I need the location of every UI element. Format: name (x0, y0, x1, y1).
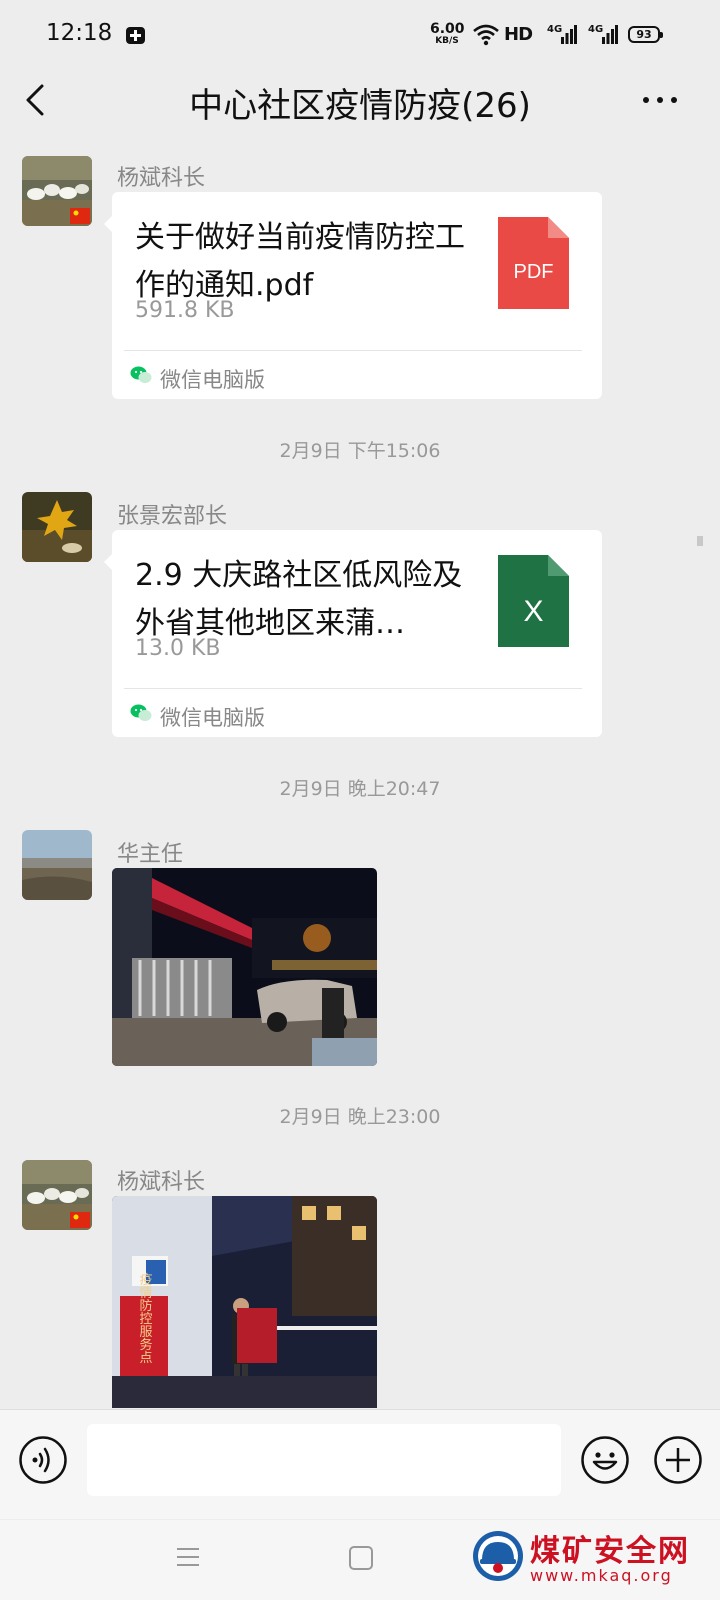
menu-icon[interactable] (175, 1545, 201, 1569)
signal-bars-icon (561, 25, 577, 44)
helmet-logo-icon (473, 1531, 523, 1581)
file-source-label: 微信电脑版 (160, 368, 265, 392)
network-speed-value: 6.00 (430, 21, 465, 37)
watermark-url: www.mkaq.org (530, 1566, 673, 1585)
input-bar (0, 1409, 720, 1519)
cell-signal-2-label: 4G (588, 24, 604, 35)
battery-indicator: 93 (628, 26, 663, 43)
chat-header: 中心社区疫情防疫(26) (0, 70, 720, 130)
plus-icon[interactable] (653, 1435, 703, 1485)
file-type-label: X (523, 595, 543, 628)
cell-signal-1-label: 4G (547, 24, 563, 35)
watermark-title: 煤矿安全网 (530, 1534, 690, 1569)
pdf-file-icon: PDF (498, 217, 569, 309)
file-name: 关于做好当前疫情防控工作的通知.pdf (135, 220, 465, 303)
wechat-icon (130, 704, 152, 721)
voice-icon[interactable] (18, 1435, 68, 1485)
sender-name: 张景宏部长 (117, 504, 228, 529)
file-name: 2.9 大庆路社区低风险及外省其他地区来蒲… (135, 558, 463, 641)
excel-file-icon: X (498, 555, 569, 647)
more-options-icon[interactable] (640, 90, 680, 110)
image-message-night-gate[interactable] (112, 868, 377, 1066)
message-input[interactable] (87, 1424, 561, 1496)
status-bar: 12:18 6.00 KB/S HD 4G 4G 93 (0, 0, 720, 70)
network-speed: 6.00 KB/S (430, 21, 465, 46)
avatar-hua-zhuren[interactable] (22, 830, 92, 900)
avatar-zhang-jinghong[interactable] (22, 492, 92, 562)
sender-name: 华主任 (117, 842, 184, 867)
scroll-indicator[interactable] (697, 536, 703, 546)
site-watermark: 煤矿安全网 www.mkaq.org (472, 1524, 716, 1590)
file-size: 13.0 KB (135, 636, 221, 661)
timestamp: 2月9日 晚上23:00 (279, 1106, 441, 1128)
image-message-checkpoint[interactable]: 疫情防控服务点 (112, 1196, 377, 1408)
file-source-label: 微信电脑版 (160, 706, 265, 730)
avatar-yang-bin[interactable] (22, 1160, 92, 1230)
timestamp: 2月9日 下午15:06 (279, 440, 441, 462)
chat-title: 中心社区疫情防疫(26) (189, 86, 531, 126)
file-message-bubble[interactable]: 2.9 大庆路社区低风险及外省其他地区来蒲… 13.0 KB X 微信电脑版 (104, 530, 602, 737)
file-type-label: PDF (514, 261, 554, 283)
status-time: 12:18 (46, 20, 113, 46)
divider (124, 688, 582, 689)
emoji-icon[interactable] (580, 1435, 630, 1485)
avatar-yang-bin[interactable] (22, 156, 92, 226)
timestamp: 2月9日 晚上20:47 (279, 778, 441, 800)
signal-bars-icon (602, 25, 618, 44)
file-size: 591.8 KB (135, 298, 235, 323)
wifi-icon (473, 24, 499, 46)
network-speed-unit: KB/S (435, 36, 459, 46)
wechat-icon (130, 366, 152, 383)
sender-name: 杨斌科长 (117, 1170, 206, 1195)
sender-name: 杨斌科长 (117, 166, 206, 191)
hd-indicator: HD (504, 24, 533, 45)
home-icon[interactable] (349, 1546, 373, 1570)
sign-text: 疫情防控服务点 (137, 1272, 153, 1364)
file-message-bubble[interactable]: 关于做好当前疫情防控工作的通知.pdf 591.8 KB PDF 微信电脑版 (104, 192, 602, 399)
divider (124, 350, 582, 351)
notification-plus-icon (126, 27, 145, 44)
